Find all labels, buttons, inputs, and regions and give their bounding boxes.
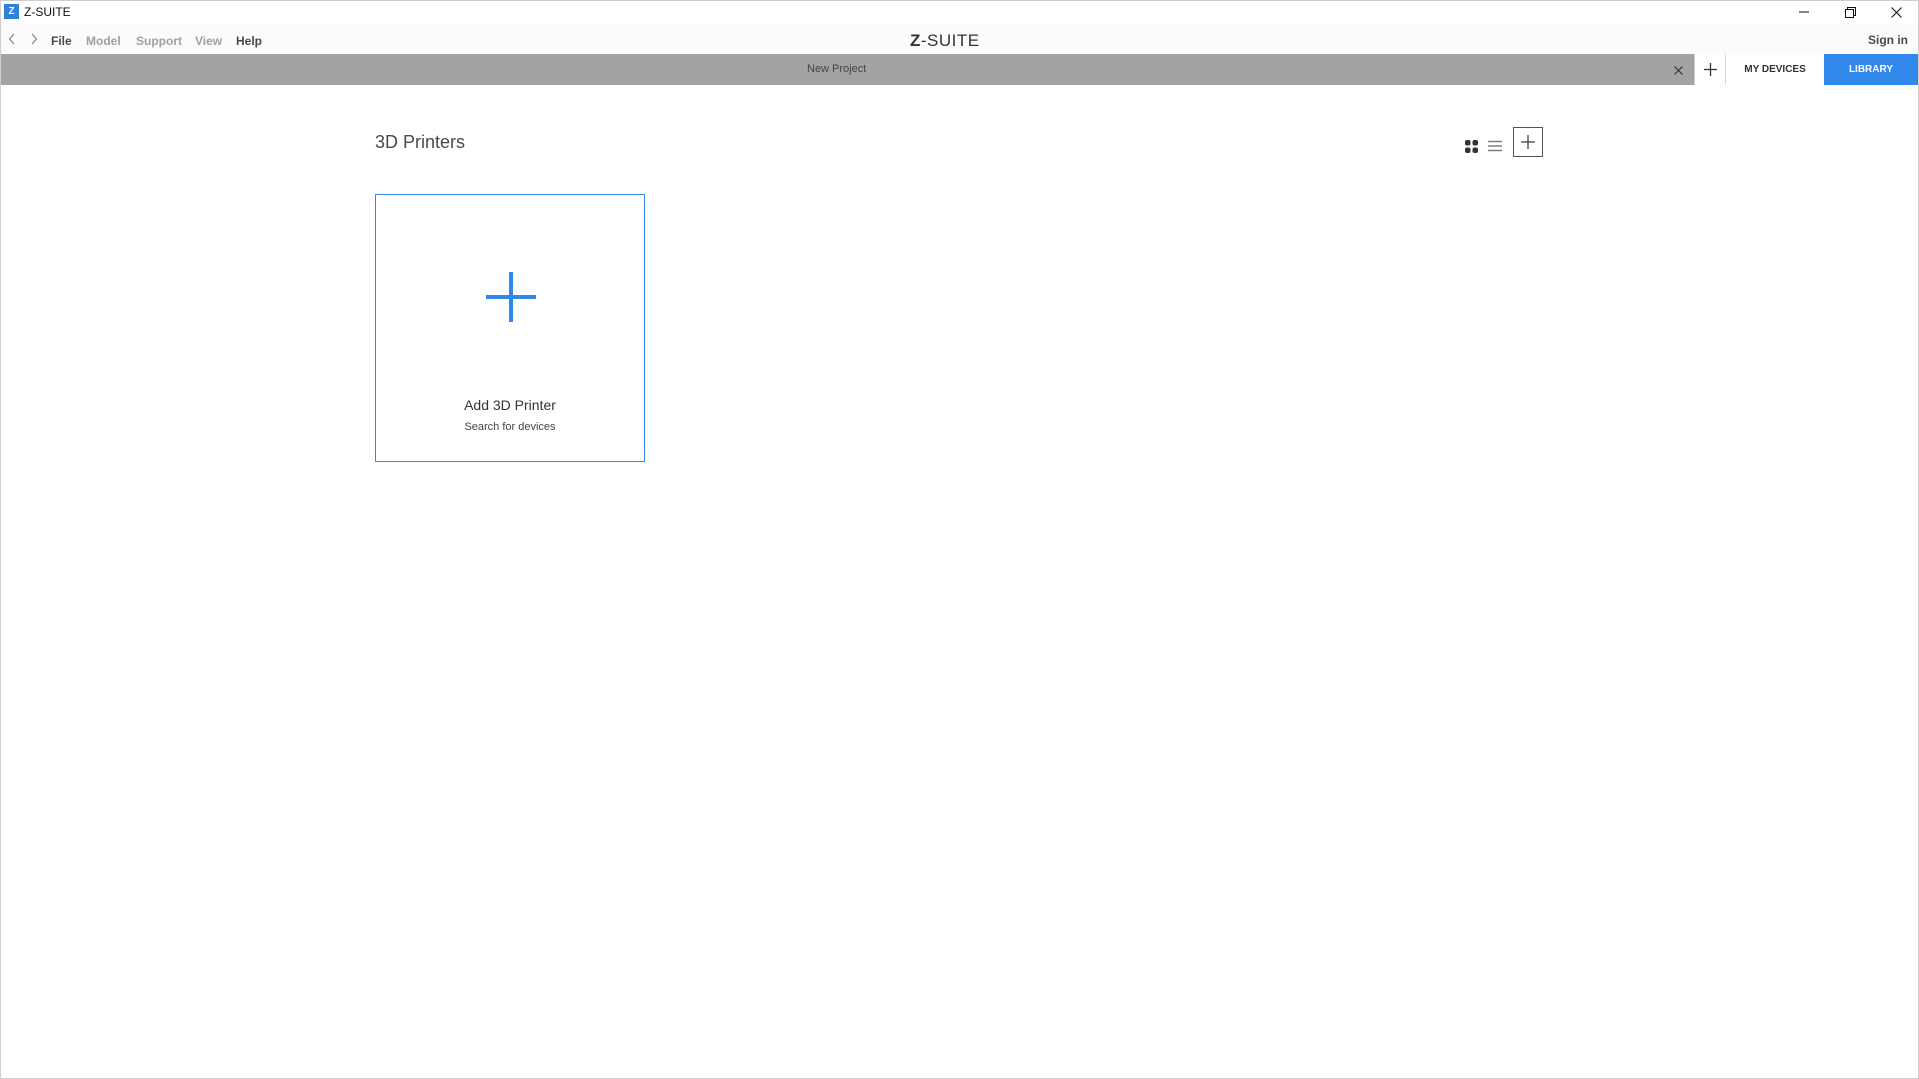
app-icon: Z [4,4,19,19]
card-title: Add 3D Printer [464,397,556,413]
close-window-button[interactable] [1873,1,1918,23]
card-plus [485,271,537,323]
close-icon [1673,65,1683,75]
tab-bar: New Project MY DEVICES LIBRARY [1,54,1918,85]
chevron-left-icon [8,33,15,45]
grid-view-button[interactable] [1463,138,1479,154]
menu-bar: File Model Support View Help Z-SUITE Sig… [1,23,1918,54]
close-icon [1890,6,1902,18]
grid-view-icon [1464,139,1478,153]
title-bar: Z Z-SUITE [1,1,1918,24]
brand-logo-suffix: -SUITE [920,31,980,50]
add-tab-button[interactable] [1694,54,1725,85]
brand-logo: Z-SUITE [910,31,980,51]
restore-button[interactable] [1827,1,1873,23]
brand-logo-prefix: Z [910,31,921,50]
main-content: 3D Printers Add 3D Printer Search for de… [1,85,1918,1078]
list-view-button[interactable] [1487,138,1503,154]
minimize-icon [1799,11,1809,13]
window-title: Z-SUITE [24,5,71,19]
tab-new-project[interactable]: New Project [807,63,866,75]
restore-icon [1844,6,1856,18]
menu-file[interactable]: File [51,34,72,48]
close-tab-button[interactable] [1671,63,1685,77]
forward-button[interactable] [27,32,41,46]
sign-in-link[interactable]: Sign in [1868,33,1908,47]
tab-library[interactable]: LIBRARY [1824,54,1918,85]
add-device-button[interactable] [1513,127,1543,157]
menu-help[interactable]: Help [236,34,262,48]
menu-support[interactable]: Support [136,34,182,48]
card-subtitle: Search for devices [464,421,556,433]
chevron-right-icon [31,33,38,45]
plus-icon [486,272,536,322]
menu-model[interactable]: Model [86,34,121,48]
list-view-icon [1488,140,1502,152]
minimize-button[interactable] [1781,1,1827,23]
menu-view[interactable]: View [195,34,222,48]
tab-my-devices[interactable]: MY DEVICES [1725,54,1824,85]
back-button[interactable] [5,32,19,46]
add-printer-card[interactable]: Add 3D Printer Search for devices [375,194,645,462]
app-window: Z Z-SUITE File Model Support View Help Z… [0,0,1919,1079]
page-title: 3D Printers [375,132,466,152]
plus-icon [1521,135,1535,149]
plus-icon [1703,63,1717,76]
